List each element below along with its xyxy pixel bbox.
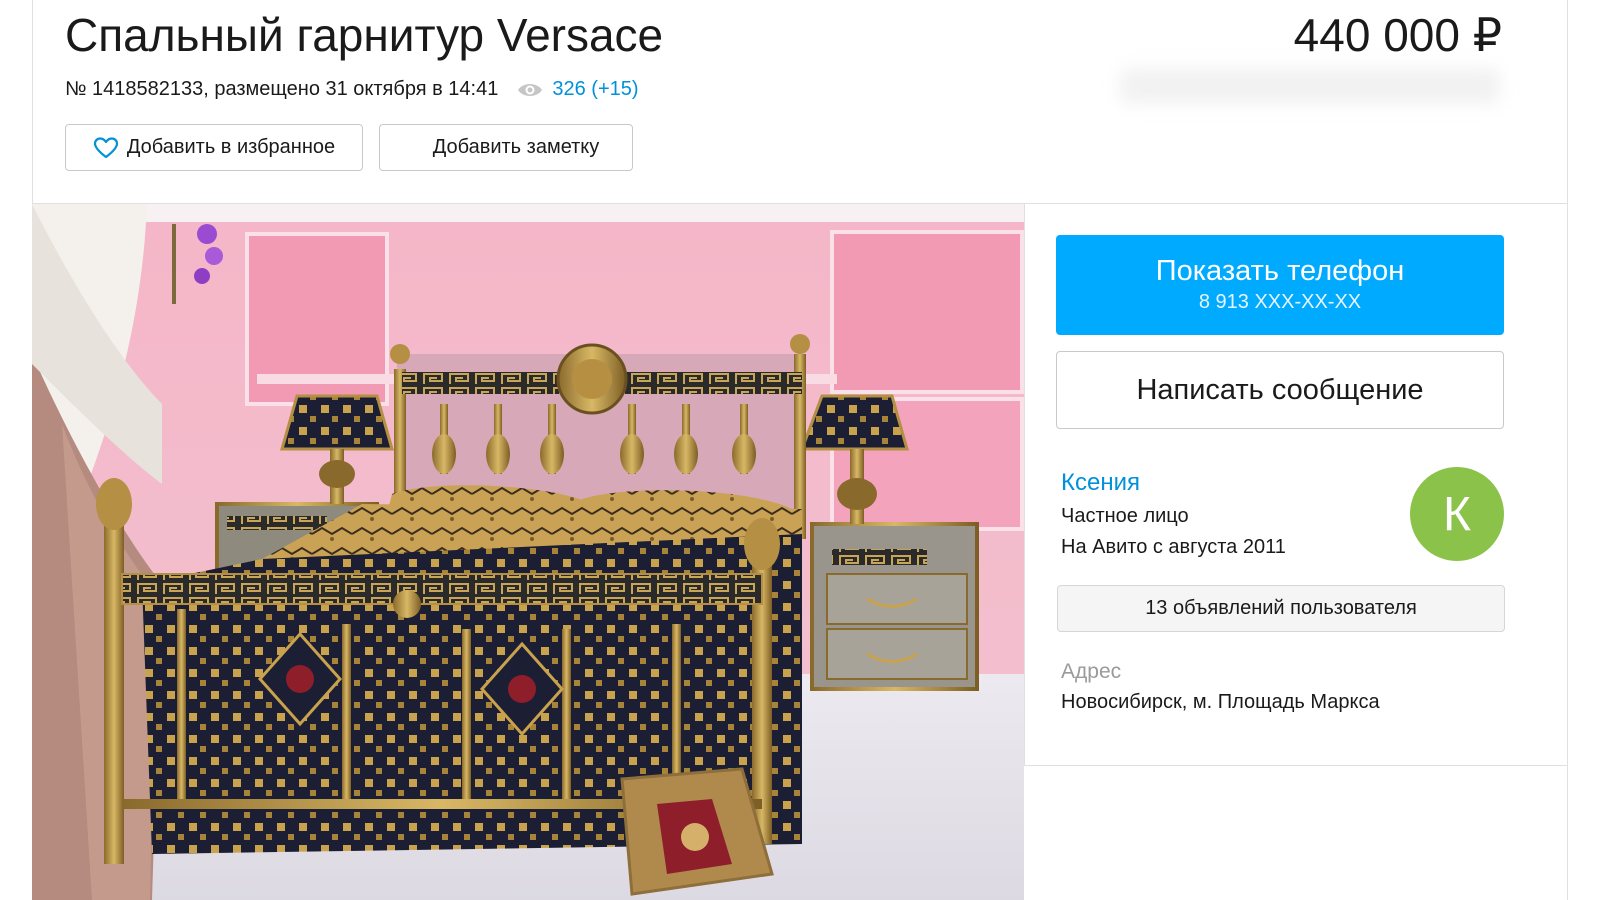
add-to-favorites-button[interactable]: Добавить в избранное <box>65 124 363 171</box>
price-secondary-blurred <box>1120 68 1500 104</box>
listing-meta: № 1418582133, размещено 31 октября в 14:… <box>65 78 639 101</box>
sidebar-divider <box>1024 204 1025 766</box>
listing-price: 440 000 ₽ <box>1293 9 1502 61</box>
seller-member-since: На Авито с августа 2011 <box>1061 536 1286 558</box>
add-note-button[interactable]: Добавить заметку <box>379 124 633 171</box>
write-message-button[interactable]: Написать сообщение <box>1056 351 1504 429</box>
phone-number-masked: 8 913 XXX-XX-XX <box>1198 291 1362 313</box>
seller-name-link[interactable]: Ксения <box>1061 469 1140 497</box>
listing-photo[interactable] <box>32 204 1024 900</box>
address-value: Новосибирск, м. Площадь Маркса <box>1061 691 1380 713</box>
seller-ads-button[interactable]: 13 объявлений пользователя <box>1057 585 1505 632</box>
sidebar-bottom-border <box>1024 765 1568 766</box>
listing-meta-text: № 1418582133, размещено 31 октября в 14:… <box>65 78 499 100</box>
show-phone-label: Показать телефон <box>1155 255 1405 287</box>
show-phone-button[interactable]: Показать телефон 8 913 XXX-XX-XX <box>1056 235 1504 335</box>
address-label: Адрес <box>1061 660 1122 683</box>
add-to-favorites-label: Добавить в избранное <box>126 136 336 158</box>
seller-avatar[interactable]: К <box>1410 467 1504 561</box>
heart-icon <box>93 136 118 158</box>
eye-icon <box>516 81 544 99</box>
views-count: 326 (+15) <box>552 78 639 100</box>
add-note-label: Добавить заметку <box>432 136 600 158</box>
seller-type: Частное лицо <box>1061 505 1189 527</box>
listing-title: Спальный гарнитур Versace <box>65 9 664 61</box>
